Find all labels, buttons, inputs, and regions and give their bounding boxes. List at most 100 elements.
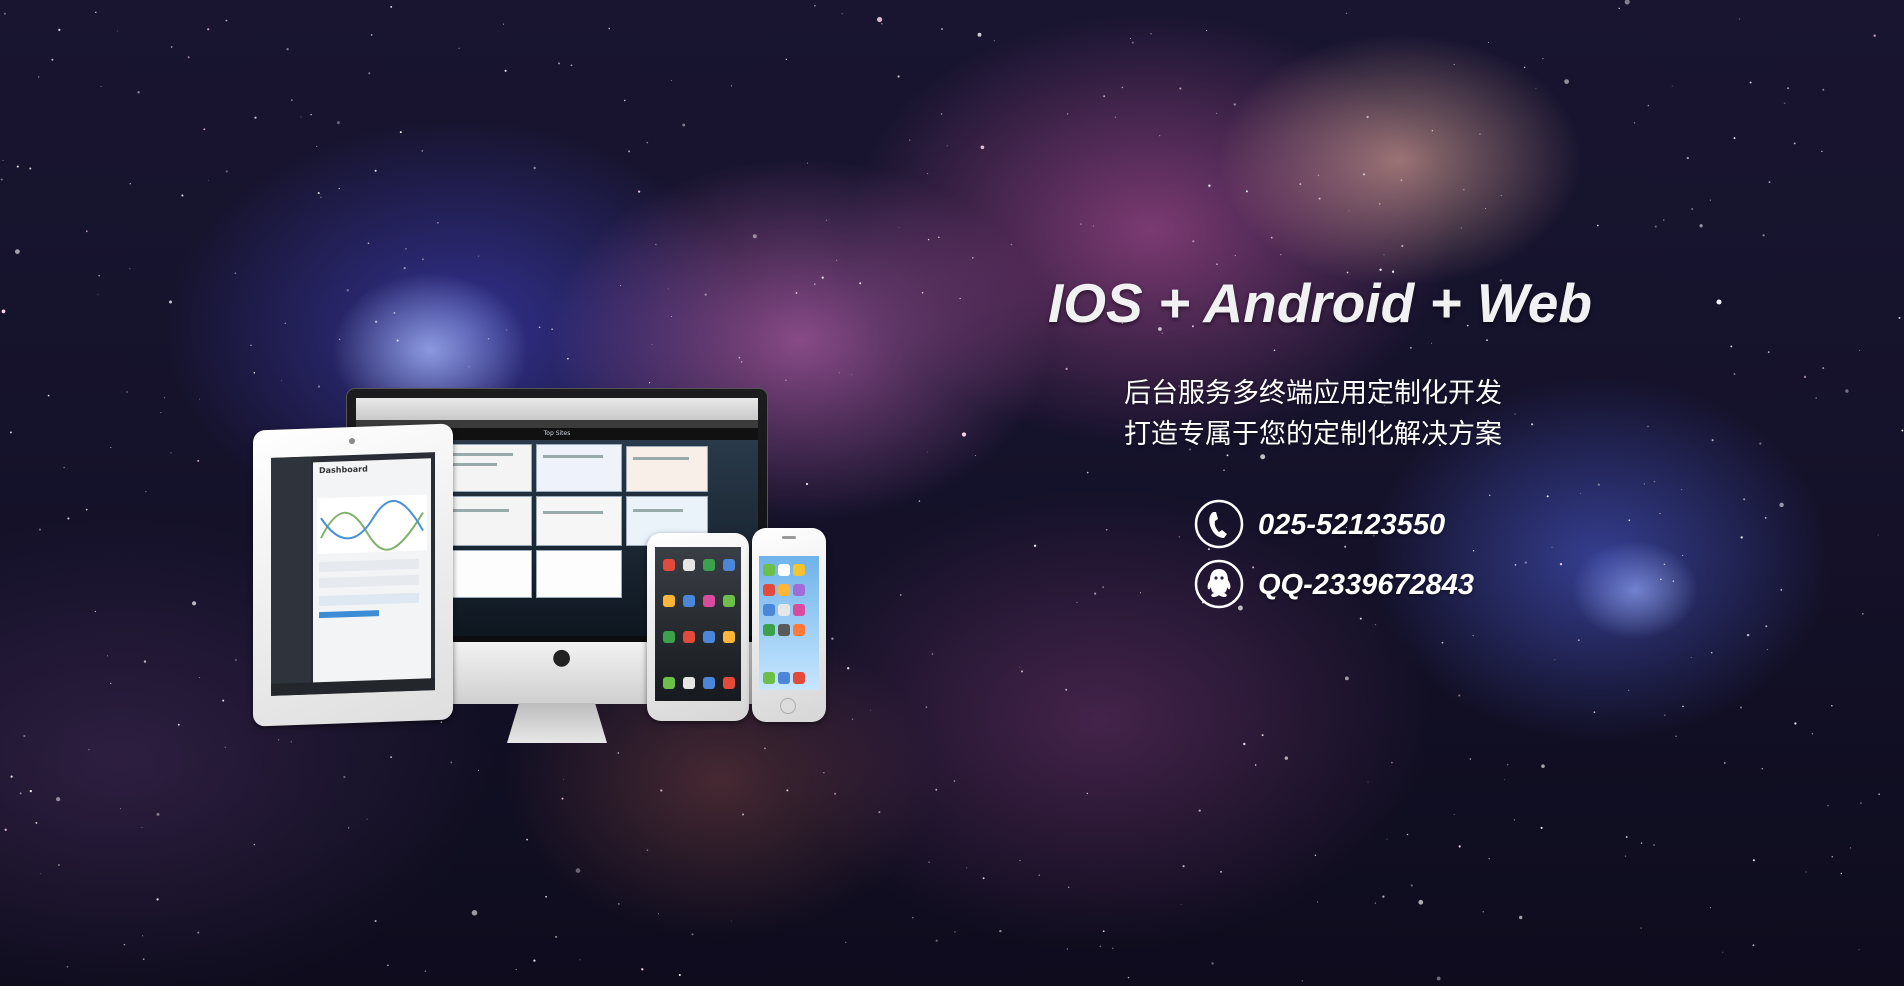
- star: [142, 958, 145, 960]
- star: [655, 243, 657, 246]
- star: [1159, 134, 1161, 137]
- star: [1546, 495, 1549, 498]
- star: [1441, 641, 1444, 644]
- hero-banner: Top Sites ● Dashboard IOS + Android + We…: [0, 0, 1904, 986]
- star: [458, 47, 460, 49]
- star: [841, 13, 843, 15]
- star: [57, 863, 60, 867]
- star: [1779, 502, 1784, 508]
- star: [1316, 901, 1318, 903]
- star: [1580, 493, 1582, 495]
- star: [10, 775, 13, 778]
- star: [538, 326, 541, 329]
- star: [37, 76, 40, 78]
- star: [835, 259, 838, 261]
- star: [1458, 694, 1461, 697]
- star: [1831, 855, 1834, 858]
- star: [181, 194, 184, 197]
- star: [1487, 42, 1489, 44]
- star: [126, 391, 128, 393]
- star: [912, 916, 914, 919]
- ipad-device: Dashboard: [253, 423, 453, 727]
- star: [310, 113, 312, 116]
- star: [1484, 207, 1486, 209]
- star: [1752, 859, 1755, 862]
- star: [29, 167, 32, 170]
- star: [405, 248, 407, 250]
- star: [1, 309, 6, 314]
- star: [116, 30, 118, 32]
- star: [660, 789, 663, 792]
- star: [617, 903, 620, 905]
- star: [477, 769, 480, 772]
- imac-stand: [507, 703, 607, 743]
- star: [1111, 947, 1114, 949]
- star: [1740, 536, 1743, 539]
- apple-logo-icon: ●: [552, 645, 572, 670]
- star: [1827, 805, 1829, 807]
- star: [563, 778, 565, 781]
- star: [785, 379, 787, 381]
- star: [1430, 342, 1432, 344]
- star: [35, 821, 38, 824]
- star: [1038, 874, 1040, 876]
- star: [927, 451, 928, 453]
- star: [1780, 589, 1783, 591]
- star: [1198, 809, 1201, 812]
- star: [300, 116, 302, 118]
- star: [1401, 244, 1404, 248]
- star: [343, 775, 346, 779]
- star: [1436, 976, 1441, 981]
- star: [421, 150, 424, 152]
- star: [1733, 373, 1736, 375]
- star: [851, 374, 853, 376]
- star: [1121, 86, 1124, 89]
- star: [1479, 133, 1481, 135]
- star: [1182, 865, 1185, 868]
- star: [946, 145, 948, 147]
- star: [1488, 494, 1491, 496]
- star: [1192, 240, 1195, 243]
- star: [1233, 103, 1236, 106]
- star: [1625, 836, 1628, 838]
- star: [731, 85, 733, 87]
- star: [1542, 58, 1544, 60]
- star: [29, 789, 32, 793]
- star: [1503, 779, 1505, 781]
- star: [253, 372, 256, 374]
- star: [806, 162, 808, 164]
- star: [1647, 104, 1650, 107]
- star: [390, 5, 393, 8]
- star: [670, 80, 672, 82]
- star: [1768, 181, 1771, 184]
- star: [1374, 902, 1377, 904]
- star: [291, 99, 293, 101]
- star: [935, 939, 938, 942]
- star: [646, 849, 649, 852]
- star: [1482, 911, 1485, 913]
- star: [504, 69, 507, 72]
- star: [370, 34, 373, 36]
- star: [67, 517, 70, 520]
- star: [225, 170, 228, 173]
- star: [859, 282, 862, 285]
- star: [88, 749, 90, 751]
- star: [1767, 351, 1770, 353]
- iphone-screen: [759, 556, 819, 690]
- star: [338, 187, 340, 190]
- star: [763, 747, 766, 750]
- star: [225, 19, 228, 22]
- star: [1690, 656, 1692, 658]
- star: [4, 828, 7, 831]
- star: [742, 813, 744, 816]
- star: [1682, 705, 1684, 708]
- star: [741, 361, 743, 363]
- star: [1460, 227, 1463, 229]
- star: [390, 756, 393, 759]
- star: [374, 169, 377, 172]
- star: [1418, 899, 1424, 905]
- star: [608, 27, 610, 30]
- star: [847, 667, 850, 670]
- star: [838, 372, 840, 374]
- star: [1299, 183, 1302, 186]
